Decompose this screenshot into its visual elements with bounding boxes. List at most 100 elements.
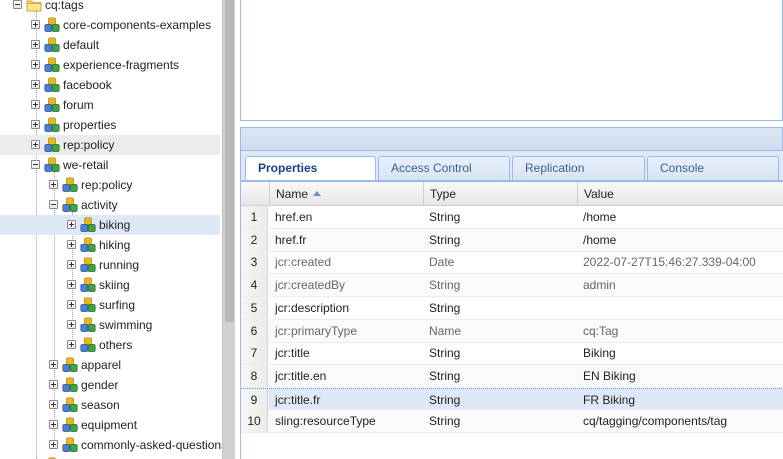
property-type-cell: String xyxy=(429,300,461,315)
tree-node[interactable]: equipment xyxy=(0,415,220,435)
expand-toggle-icon[interactable] xyxy=(49,420,58,429)
table-row[interactable]: 2 href.fr String/home xyxy=(241,228,783,252)
tree-node[interactable]: others xyxy=(0,335,220,355)
tag-node-icon xyxy=(62,417,78,433)
expand-toggle-icon[interactable] xyxy=(49,400,58,409)
tree-node[interactable]: cq:tags xyxy=(0,0,220,15)
properties-grid[interactable]: Name Type Value 1 href.en String/home 2 href… xyxy=(240,182,783,459)
expand-toggle-icon[interactable] xyxy=(67,300,76,309)
tree-node[interactable]: skiing xyxy=(0,275,220,295)
tab-console[interactable]: Console xyxy=(647,156,779,181)
tag-node-icon xyxy=(44,117,60,133)
tree-node[interactable]: properties xyxy=(0,115,220,135)
repository-tree[interactable]: cq:tags core-components-examples default ex… xyxy=(0,0,222,459)
expand-toggle-icon[interactable] xyxy=(31,40,40,49)
expand-toggle-icon[interactable] xyxy=(31,140,40,149)
tag-node-icon xyxy=(44,77,60,93)
expand-toggle-icon[interactable] xyxy=(31,60,40,69)
expand-toggle-icon[interactable] xyxy=(67,260,76,269)
expand-toggle-icon[interactable] xyxy=(31,20,40,29)
property-type-cell: String xyxy=(429,392,461,407)
tag-node-icon xyxy=(62,377,78,393)
expand-toggle-icon[interactable] xyxy=(31,100,40,109)
expand-toggle-icon[interactable] xyxy=(31,120,40,129)
expand-toggle-icon[interactable] xyxy=(31,80,40,89)
expand-toggle-icon[interactable] xyxy=(67,280,76,289)
tree-node[interactable]: season xyxy=(0,395,220,415)
tree-node[interactable]: rep:policy xyxy=(0,135,220,155)
tree-node[interactable]: gender xyxy=(0,375,220,395)
tree-node-label: surfing xyxy=(99,298,136,312)
tree-node[interactable]: apparel xyxy=(0,355,220,375)
expand-toggle-icon[interactable] xyxy=(49,360,58,369)
tag-node-icon xyxy=(80,297,96,313)
table-row[interactable]: 1 href.en String/home xyxy=(241,206,783,229)
property-value-cell: /home xyxy=(583,210,617,224)
row-number: 10 xyxy=(241,410,268,433)
tree-node[interactable]: biking xyxy=(0,215,220,235)
collapse-toggle-icon[interactable] xyxy=(49,200,58,209)
tree-node[interactable]: rep:policy xyxy=(0,175,220,195)
tag-node-icon xyxy=(44,57,60,73)
table-row[interactable]: 7 jcr:title String Biking xyxy=(241,342,783,366)
table-row[interactable]: 4 jcr:createdBy String admin xyxy=(241,274,783,298)
tree-node-label: rep:policy xyxy=(81,178,133,192)
collapse-toggle-icon[interactable] xyxy=(13,0,22,9)
tree-scrollbar[interactable] xyxy=(222,0,235,459)
tag-node-icon xyxy=(80,317,96,333)
tree-node[interactable]: workflow xyxy=(0,455,220,459)
tree-node[interactable]: forum xyxy=(0,95,220,115)
property-value-cell: cq/tagging/components/tag xyxy=(583,414,728,429)
tree-node[interactable]: we-retail xyxy=(0,155,220,175)
row-number: 1 xyxy=(241,206,268,228)
property-type-cell: Date xyxy=(429,255,455,270)
expand-toggle-icon[interactable] xyxy=(67,340,76,349)
tree-node-label: season xyxy=(81,398,120,412)
property-name-cell: jcr:title.fr xyxy=(275,392,321,407)
expand-toggle-icon[interactable] xyxy=(67,220,76,229)
tree-node[interactable]: commonly-asked-questions xyxy=(0,435,222,455)
row-number: 2 xyxy=(241,228,268,251)
table-row[interactable]: 10 sling:resourceType String cq/tagging/com… xyxy=(241,410,783,434)
content-area: Properties Access Control Replication Co… xyxy=(235,0,783,459)
property-name-cell: sling:resourceType xyxy=(275,414,376,429)
collapse-toggle-icon[interactable] xyxy=(31,160,40,169)
table-row[interactable]: 8 jcr:title.en String EN Biking xyxy=(241,364,783,388)
tag-node-icon xyxy=(62,177,78,193)
expand-toggle-icon[interactable] xyxy=(67,320,76,329)
table-row[interactable]: 5 jcr:description String xyxy=(241,296,783,320)
column-header-name[interactable]: Name xyxy=(269,182,423,206)
column-header-value[interactable]: Value xyxy=(577,182,783,206)
tree-node-label: we-retail xyxy=(63,158,109,172)
tree-node[interactable]: swimming xyxy=(0,315,220,335)
property-name-cell: jcr:createdBy xyxy=(275,278,346,293)
tag-node-icon xyxy=(44,157,60,173)
tab-properties[interactable]: Properties xyxy=(245,156,376,182)
tab-access-control[interactable]: Access Control xyxy=(378,156,510,181)
tree-node[interactable]: core-components-examples xyxy=(0,15,220,35)
tree-node[interactable]: surfing xyxy=(0,295,220,315)
tab-strip: Properties Access Control Replication Co… xyxy=(240,151,783,182)
property-name-cell: jcr:title xyxy=(275,346,310,361)
tree-node[interactable]: hiking xyxy=(0,235,220,255)
expand-toggle-icon[interactable] xyxy=(67,240,76,249)
column-header-type[interactable]: Type xyxy=(423,182,577,206)
expand-toggle-icon[interactable] xyxy=(49,440,58,449)
tag-node-icon xyxy=(80,257,96,273)
scrollbar-thumb[interactable] xyxy=(225,0,234,322)
tree-node[interactable]: facebook xyxy=(0,75,220,95)
table-row[interactable]: 3 jcr:created Date 2022-07-27T15:46:27.339-… xyxy=(241,251,783,275)
expand-toggle-icon[interactable] xyxy=(49,180,58,189)
tag-node-icon xyxy=(80,337,96,353)
tree-node[interactable]: experience-fragments xyxy=(0,55,220,75)
tree-node[interactable]: default xyxy=(0,35,220,55)
expand-toggle-icon[interactable] xyxy=(49,380,58,389)
table-row[interactable]: 6 jcr:primaryType Name cq:Tag xyxy=(241,319,783,343)
property-value-cell: /home xyxy=(583,232,617,247)
tree-node-label: activity xyxy=(81,198,118,212)
tree-node-label: forum xyxy=(63,98,94,112)
table-row[interactable]: 9 jcr:title.fr String FR Biking xyxy=(241,387,783,411)
tab-replication[interactable]: Replication xyxy=(512,156,645,181)
tree-node[interactable]: activity xyxy=(0,195,220,215)
tree-node[interactable]: running xyxy=(0,255,220,275)
